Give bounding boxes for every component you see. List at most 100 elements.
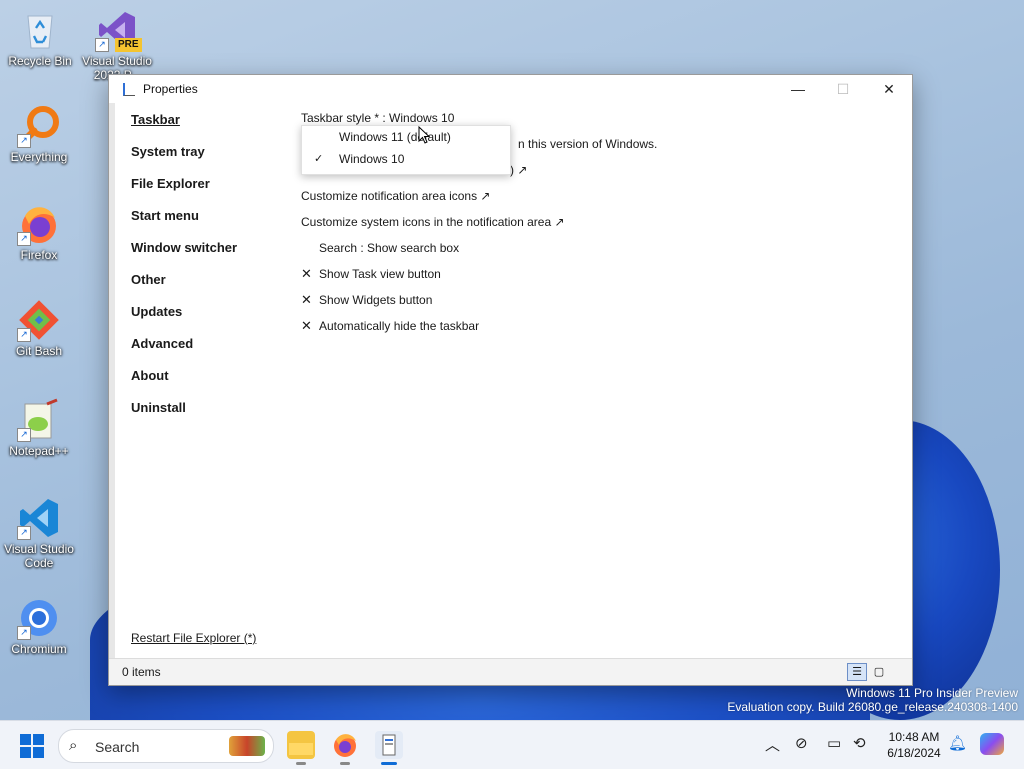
watermark-line: Windows 11 Pro Insider Preview [846,686,1018,700]
setting-label: Automatically hide the taskbar [319,319,480,333]
vscode-icon: ↗ [17,496,61,540]
maximize-button[interactable]: ☐ [820,75,866,103]
shortcut-arrow-icon: ↗ [17,428,31,442]
active-indicator [381,762,397,765]
desktop-icon-label: Firefox [20,248,58,262]
desktop-icon-chromium[interactable]: ↗ Chromium [1,596,77,656]
desktop-icon-recycle-bin[interactable]: Recycle Bin [2,8,78,68]
properties-taskbar-icon[interactable] [375,731,403,765]
running-indicator [296,762,306,765]
clock-date: 6/18/2024 [887,746,941,760]
shortcut-arrow-icon: ↗ [17,134,31,148]
search-icon: ⌕ [69,737,78,754]
desktop-icon-label: Notepad++ [9,444,69,458]
shortcut-arrow-icon: ↗ [17,328,31,342]
running-indicator [340,762,350,765]
desktop-icon-git-bash[interactable]: ↗ Git Bash [1,298,77,358]
properties-window: Properties — ☐ ✕ Taskbar System tray Fil… [108,74,913,686]
sidebar-item-other[interactable]: Other [131,271,237,303]
details-view-icon[interactable]: ☰ [847,663,867,681]
partially-hidden-text: n this version of Windows. [518,137,658,151]
chevron-up-icon[interactable]: ︿ [765,734,780,755]
sidebar-item-taskbar[interactable]: Taskbar [131,111,237,143]
dropdown-option-windows-10[interactable]: ✓ Windows 10 [302,148,510,170]
desktop-icon-everything[interactable]: ↗ Everything [1,104,77,164]
checkmark-icon: ✓ [314,153,324,165]
everything-search-icon: ↗ [17,104,61,148]
minimize-button[interactable]: — [775,75,821,103]
firefox-icon: ↗ [17,202,61,246]
recycle-bin-icon [18,8,62,52]
desktop-icon-visual-studio[interactable]: PRE ↗ Visual Studio 2022 P... [79,8,155,82]
sidebar-item-system-tray[interactable]: System tray [131,143,237,175]
title-bar[interactable]: Properties — ☐ ✕ [109,75,912,103]
dropdown-option-windows-11[interactable]: Windows 11 (default) [302,126,510,148]
desktop-icon-vscode[interactable]: ↗ Visual Studio Code [1,496,77,570]
setting-label: Search : Show search box [319,241,460,255]
pre-badge: PRE [115,38,142,52]
sidebar-item-window-switcher[interactable]: Window switcher [131,239,237,271]
notepad-plus-plus-icon: ↗ [17,398,61,442]
sidebar-item-advanced[interactable]: Advanced [131,335,237,367]
firefox-taskbar-icon[interactable] [331,731,359,765]
setting-label: Show Widgets button [319,293,433,307]
desktop-icon-label: Git Bash [15,344,63,358]
status-bar: 0 items ☰ ▢ [109,658,912,685]
close-button[interactable]: ✕ [866,75,912,103]
taskbar: ⌕ Search ︿ ⊘ ▭ ⟲ 10:48 AM 6/18/2024 🔔︎ [0,720,1024,769]
sync-icon[interactable]: ⟲ [853,734,866,752]
network-off-icon[interactable]: ⊘ [795,734,808,752]
file-explorer-taskbar-icon[interactable] [287,731,315,765]
task-view-toggle[interactable]: ✕ Show Task view button [301,267,901,293]
search-placeholder: Search [95,739,140,755]
notification-bell-icon[interactable]: 🔔︎ [948,734,967,752]
shortcut-arrow-icon: ↗ [17,626,31,640]
sidebar-item-file-explorer[interactable]: File Explorer [131,175,237,207]
chromium-icon: ↗ [17,596,61,640]
git-bash-icon: ↗ [17,298,61,342]
search-box-setting[interactable]: Search : Show search box [301,241,901,267]
taskbar-style-label: Taskbar style * : Windows 10 [301,111,455,125]
taskbar-style-dropdown: Windows 11 (default) ✓ Windows 10 [301,125,511,175]
customize-system-icons-link[interactable]: Customize system icons in the notificati… [301,215,901,241]
taskbar-search-box[interactable]: ⌕ Search [58,729,274,763]
mouse-cursor-icon [418,126,430,144]
desktop-icon-notepad-plus-plus[interactable]: ↗ Notepad++ [1,398,77,458]
sidebar-item-uninstall[interactable]: Uninstall [131,399,237,431]
restart-file-explorer-link[interactable]: Restart File Explorer (*) [131,631,256,645]
setting-label: Show Task view button [319,267,441,281]
customize-notification-icons-link[interactable]: Customize notification area icons ↗ [301,189,901,215]
item-count: 0 items [122,665,161,679]
desktop-icon-label: Recycle Bin [8,54,72,68]
clock[interactable]: 10:48 AM 6/18/2024 [872,729,956,761]
display-icon[interactable]: ▭ [827,734,841,752]
sidebar-item-updates[interactable]: Updates [131,303,237,335]
option-label: Windows 11 (default) [339,130,451,144]
setting-label: Customize system icons in the notificati… [301,215,565,229]
watermark-line: Evaluation copy. Build 26080.ge_release.… [727,700,1018,714]
sidebar-item-start-menu[interactable]: Start menu [131,207,237,239]
shortcut-arrow-icon: ↗ [17,526,31,540]
app-icon [123,82,135,96]
sidebar-item-about[interactable]: About [131,367,237,399]
shortcut-arrow-icon: ↗ [17,232,31,246]
sidebar: Taskbar System tray File Explorer Start … [131,111,237,431]
window-title: Properties [143,82,198,96]
search-highlight-icon [229,736,265,756]
os-watermark: Windows 11 Pro Insider Preview Evaluatio… [727,686,1018,714]
desktop-icon-firefox[interactable]: ↗ Firefox [1,202,77,262]
setting-label: Customize notification area icons ↗ [301,189,491,203]
option-label: Windows 10 [339,152,405,166]
cross-mark-icon: ✕ [301,266,312,281]
clock-time: 10:48 AM [888,730,940,744]
auto-hide-taskbar-toggle[interactable]: ✕ Automatically hide the taskbar [301,319,901,345]
visual-studio-icon: PRE ↗ [95,8,142,52]
large-icons-view-icon[interactable]: ▢ [869,663,889,681]
desktop-icon-label: Visual Studio Code [4,542,74,570]
desktop-icon-label: Chromium [11,642,67,656]
shortcut-arrow-icon: ↗ [95,38,109,52]
widgets-toggle[interactable]: ✕ Show Widgets button [301,293,901,319]
copilot-icon[interactable] [980,733,1004,755]
start-button[interactable] [20,734,44,758]
partially-hidden-link[interactable]: ) ↗ [510,163,527,177]
